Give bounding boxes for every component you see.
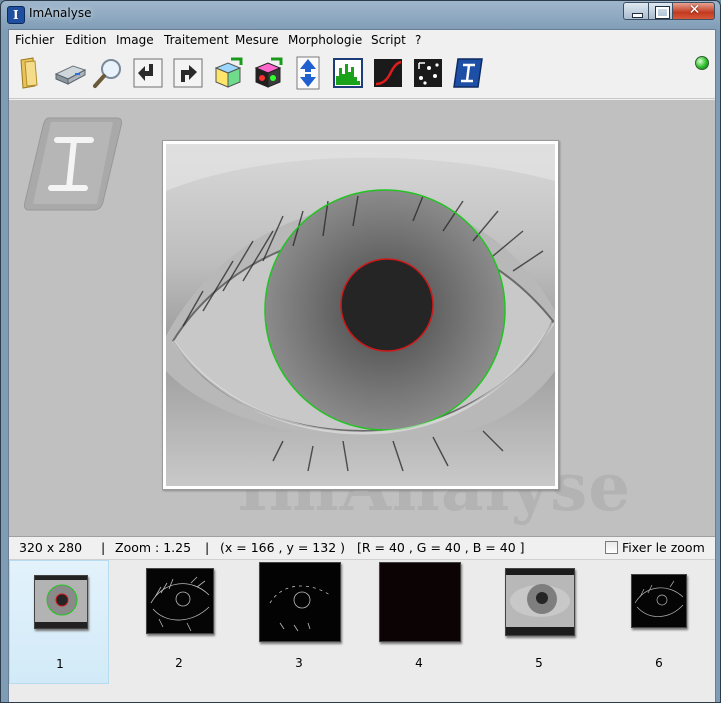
thumbnail-label: 4	[415, 656, 423, 670]
thumbnail-2[interactable]: 2	[129, 560, 229, 684]
thumbnail-4[interactable]: 4	[369, 560, 469, 684]
menu-fichier[interactable]: Fichier	[15, 33, 54, 47]
thumbnail-5[interactable]: 5	[489, 560, 589, 684]
open-folder-icon[interactable]	[13, 56, 47, 90]
thumbnail-label: 5	[535, 656, 543, 670]
main-image[interactable]	[162, 140, 559, 490]
imanalyse-logo-icon[interactable]	[451, 56, 485, 90]
status-bar: 320 x 280 | Zoom : 1.25 | (x = 166 , y =…	[9, 536, 715, 560]
menu-image[interactable]: Image	[116, 33, 154, 47]
menu-help[interactable]: ?	[415, 33, 421, 47]
close-icon: ✕	[688, 2, 701, 18]
image-size: 320 x 280	[19, 540, 83, 555]
window-title: ImAnalyse	[29, 6, 92, 20]
menu-traitement[interactable]: Traitement	[164, 33, 229, 47]
menu-edition[interactable]: Edition	[65, 33, 107, 47]
zoom-level: Zoom : 1.25	[115, 540, 192, 555]
fix-zoom-checkbox[interactable]	[605, 541, 618, 554]
points-icon[interactable]	[411, 56, 445, 90]
toolbar	[9, 50, 715, 99]
zoom-magnifier-icon[interactable]	[91, 56, 125, 90]
thumbnail-6[interactable]: 6	[609, 560, 709, 684]
app-icon[interactable]: I	[7, 6, 25, 24]
thumbnail-label: 1	[56, 657, 64, 671]
title-bar[interactable]: I ImAnalyse ✕	[1, 1, 720, 27]
app-window: I ImAnalyse ✕ Fichier Edition Image Trai…	[0, 0, 721, 703]
maximize-icon	[655, 6, 670, 19]
menu-mesure[interactable]: Mesure	[235, 33, 279, 47]
thumbnail-1[interactable]: 1	[9, 560, 109, 684]
redo-icon[interactable]	[171, 56, 205, 90]
thumbnail-3[interactable]: 3	[249, 560, 349, 684]
fix-zoom-label[interactable]: Fixer le zoom	[622, 540, 705, 555]
undo-icon[interactable]	[131, 56, 165, 90]
vertical-flip-icon[interactable]	[291, 56, 325, 90]
histogram-icon[interactable]	[331, 56, 365, 90]
status-separator: |	[205, 540, 210, 555]
minimize-icon	[632, 13, 643, 18]
pupil-boundary-circle	[340, 258, 434, 352]
thumbnail-label: 6	[655, 656, 663, 670]
image-viewer[interactable]: ImAnalyse	[9, 100, 715, 536]
menu-bar: Fichier Edition Image Traitement Mesure …	[9, 30, 715, 49]
thumbnail-label: 3	[295, 656, 303, 670]
color-cube-icon[interactable]	[251, 56, 285, 90]
thumbnail-image	[146, 568, 214, 634]
thumbnail-strip: 1 2 3 4 5 6	[9, 560, 715, 702]
cursor-coordinates: (x = 166 , y = 132 )	[220, 540, 345, 555]
drive-icon[interactable]	[53, 56, 87, 90]
maximize-button[interactable]	[648, 2, 673, 20]
thumbnail-image	[259, 562, 341, 642]
curve-icon[interactable]	[371, 56, 405, 90]
status-led-icon	[695, 56, 709, 70]
menu-morphologie[interactable]: Morphologie	[288, 33, 362, 47]
thumbnail-image	[34, 575, 88, 629]
thumbnail-image	[505, 568, 575, 636]
app-logo-icon	[24, 117, 122, 211]
status-separator: |	[101, 540, 106, 555]
thumbnail-image	[379, 562, 461, 642]
pixel-rgb-value: [R = 40 , G = 40 , B = 40 ]	[357, 540, 525, 555]
client-area: Fichier Edition Image Traitement Mesure …	[8, 29, 716, 702]
menu-script[interactable]: Script	[371, 33, 406, 47]
rgb-cube-icon[interactable]	[211, 56, 245, 90]
close-button[interactable]: ✕	[672, 2, 715, 20]
eye-image[interactable]	[163, 141, 558, 489]
thumbnail-label: 2	[175, 656, 183, 670]
minimize-button[interactable]	[623, 2, 649, 20]
thumbnail-image	[631, 574, 687, 628]
